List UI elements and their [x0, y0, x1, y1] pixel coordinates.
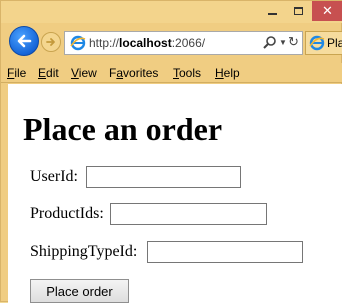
back-arrow-icon — [17, 34, 32, 48]
place-order-button[interactable]: Place order — [30, 279, 129, 303]
shippingtypeid-label: ShippingTypeId: — [30, 243, 138, 260]
menu-tools-label: ools — [179, 66, 202, 80]
menu-file-label: ile — [14, 66, 27, 80]
maximize-icon — [293, 7, 303, 15]
close-button[interactable]: ✕ — [312, 1, 342, 21]
browser-tab[interactable]: Pla — [305, 31, 342, 55]
refresh-icon[interactable]: ↻ — [288, 34, 299, 50]
browser-window: ✕ http://localhost:2066/ ▼ ↻ Pla File Ed… — [0, 0, 342, 303]
url-text[interactable]: http://localhost:2066/ — [89, 36, 261, 50]
menu-file[interactable]: File — [7, 66, 26, 80]
menu-help-accel: H — [215, 66, 224, 80]
productids-input[interactable] — [110, 203, 267, 225]
title-bar: ✕ — [1, 1, 342, 23]
userid-input[interactable] — [86, 166, 241, 188]
ie-tab-icon — [309, 35, 325, 51]
menu-edit-label: dit — [46, 66, 59, 80]
close-icon: ✕ — [322, 3, 333, 19]
shippingtypeid-input[interactable] — [147, 241, 303, 263]
menu-bar: File Edit View Favorites Tools Help — [1, 63, 342, 83]
page-content: Place an order UserId: ProductIds: Shipp… — [8, 84, 342, 303]
address-bar[interactable]: http://localhost:2066/ ▼ ↻ — [64, 31, 303, 55]
search-icon[interactable] — [262, 35, 278, 51]
productids-label: ProductIds: — [30, 205, 104, 222]
navigation-bar: http://localhost:2066/ ▼ ↻ Pla — [1, 23, 342, 63]
dropdown-arrow-icon[interactable]: ▼ — [279, 35, 287, 51]
minimize-button[interactable] — [259, 1, 285, 21]
forward-arrow-icon — [46, 38, 55, 46]
tab-title: Pla — [327, 36, 342, 50]
url-host: localhost — [119, 36, 172, 50]
ie-page-icon — [70, 35, 86, 51]
menu-tools[interactable]: Tools — [173, 66, 201, 80]
url-rest: :2066/ — [171, 36, 206, 50]
userid-label: UserId: — [30, 168, 78, 185]
forward-button[interactable] — [41, 32, 61, 52]
url-prefix: http:// — [89, 36, 120, 50]
menu-view-label: iew — [78, 66, 97, 80]
menu-edit-accel: E — [38, 66, 47, 80]
menu-favorites-label: vorites — [123, 66, 159, 80]
back-button[interactable] — [9, 26, 39, 56]
maximize-button[interactable] — [285, 1, 311, 21]
menu-help[interactable]: Help — [215, 66, 240, 80]
menu-edit[interactable]: Edit — [38, 66, 59, 80]
menu-help-label: elp — [223, 66, 240, 80]
menu-view-accel: V — [71, 66, 79, 80]
minimize-icon — [267, 13, 277, 15]
page-title: Place an order — [23, 111, 223, 147]
menu-view[interactable]: View — [71, 66, 97, 80]
menu-favorites[interactable]: Favorites — [109, 66, 158, 80]
